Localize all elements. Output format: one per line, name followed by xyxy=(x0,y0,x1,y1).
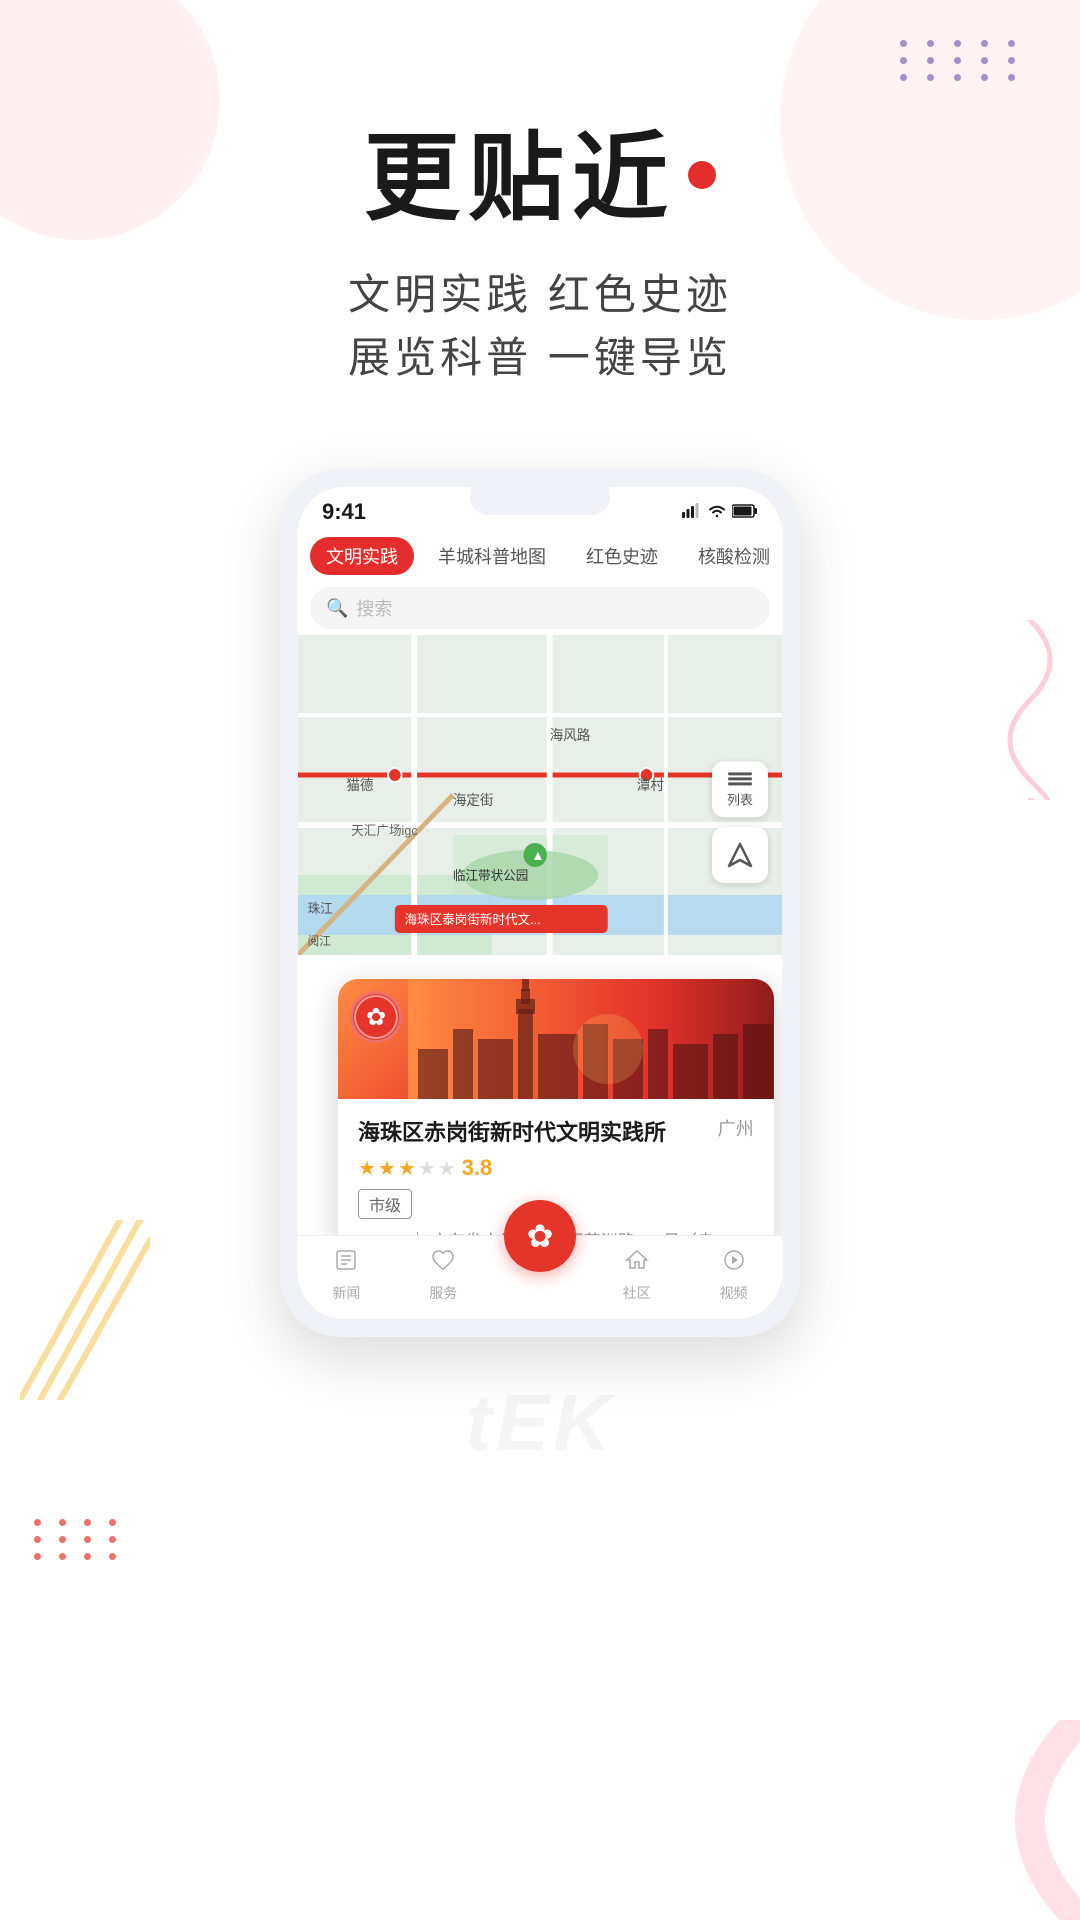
hero-subtitle-line1: 文明实践 红色史迹 xyxy=(348,263,732,326)
svg-text:珠江: 珠江 xyxy=(308,901,333,916)
search-icon: 🔍 xyxy=(326,598,348,619)
map-list-button[interactable]: 列表 xyxy=(712,761,768,817)
rating-number: 3.8 xyxy=(462,1155,493,1181)
news-icon xyxy=(334,1248,358,1279)
svg-text:海珠区泰岗街新时代文...: 海珠区泰岗街新时代文... xyxy=(404,912,540,927)
nav-item-video[interactable]: 视频 xyxy=(685,1248,782,1303)
news-label: 新闻 xyxy=(332,1283,360,1303)
center-button-icon: ✿ xyxy=(527,1217,554,1255)
star-3: ★ xyxy=(398,1156,416,1181)
svg-text:潭村: 潭村 xyxy=(637,777,664,793)
star-4: ★ xyxy=(418,1156,436,1181)
card-title: 海珠区赤岗街新时代文明实践所 xyxy=(358,1115,706,1147)
card-rating: ★ ★ ★ ★ ★ 3.8 xyxy=(358,1155,754,1181)
svg-text:阅江: 阅江 xyxy=(308,934,331,948)
community-label: 社区 xyxy=(623,1283,651,1303)
card-level-text: 市级 xyxy=(358,1189,412,1219)
status-time: 9:41 xyxy=(322,499,366,525)
phone-inner: 9:41 xyxy=(298,487,782,1319)
hero-title: 更贴近 xyxy=(348,100,732,239)
card-title-row: 海珠区赤岗街新时代文明实践所 广州 xyxy=(358,1115,754,1147)
nav-item-community[interactable]: 社区 xyxy=(588,1248,685,1303)
community-icon xyxy=(625,1248,649,1279)
nav-center-button[interactable]: ✿ xyxy=(504,1200,576,1272)
hero-title-dot xyxy=(688,161,716,189)
nav-item-news[interactable]: 新闻 xyxy=(298,1248,395,1303)
search-placeholder: 搜索 xyxy=(356,595,392,621)
star-5: ★ xyxy=(438,1156,456,1181)
hero-subtitle: 文明实践 红色史迹 展览科普 一键导览 xyxy=(348,263,732,389)
nav-item-service[interactable]: 服务 xyxy=(395,1248,492,1303)
hero-title-text: 更贴近 xyxy=(364,100,676,239)
main-content: 更贴近 文明实践 红色史迹 展览科普 一键导览 9:41 xyxy=(0,0,1080,1509)
video-icon xyxy=(722,1248,746,1279)
list-label: 列表 xyxy=(727,789,753,808)
video-label: 视频 xyxy=(720,1283,748,1303)
phone-notch xyxy=(470,487,610,515)
card-logo: ✿ xyxy=(350,991,402,1043)
logo-icon: ✿ xyxy=(366,1003,386,1032)
svg-text:天汇广场igc: 天汇广场igc xyxy=(351,823,418,838)
svg-text:海风路: 海风路 xyxy=(550,728,591,743)
service-label: 服务 xyxy=(429,1283,457,1303)
service-icon xyxy=(431,1248,455,1279)
deco-dots-bottom-left xyxy=(30,1519,120,1560)
map-nav-button[interactable] xyxy=(712,827,768,883)
status-icons xyxy=(682,502,758,523)
map-svg: 猫德 天汇广场igc 海定街 海风路 潭村 临江带状公园 珠江 阅江 ▲ 海珠区 xyxy=(298,635,782,955)
bottom-nav: 新闻 服务 ✿ xyxy=(298,1235,782,1319)
hero-section: 更贴近 文明实践 红色史迹 展览科普 一键导览 xyxy=(348,0,732,389)
star-1: ★ xyxy=(358,1156,376,1181)
signal-icon xyxy=(682,502,702,523)
map-area[interactable]: 猫德 天汇广场igc 海定街 海风路 潭村 临江带状公园 珠江 阅江 ▲ 海珠区 xyxy=(298,635,782,955)
tab-hesuanjiance[interactable]: 核酸检测 xyxy=(682,537,782,575)
card-city: 广州 xyxy=(718,1115,754,1141)
hero-subtitle-line2: 展览科普 一键导览 xyxy=(348,326,732,389)
battery-icon xyxy=(732,502,758,523)
card-image: ✿ xyxy=(338,979,774,1099)
star-2: ★ xyxy=(378,1156,396,1181)
tab-wenming[interactable]: 文明实践 xyxy=(310,537,414,575)
search-bar[interactable]: 🔍 搜索 xyxy=(310,587,770,629)
card-skyline-svg xyxy=(408,979,774,1099)
phone-frame: 9:41 xyxy=(280,469,800,1337)
svg-text:临江带状公园: 临江带状公园 xyxy=(453,868,528,883)
tab-yangcheng[interactable]: 羊城科普地图 xyxy=(422,537,562,575)
map-tabs: 文明实践 羊城科普地图 红色史迹 核酸检测 xyxy=(298,531,782,581)
footer-text: tEK xyxy=(465,1377,615,1469)
card-stars: ★ ★ ★ ★ ★ xyxy=(358,1156,456,1181)
wifi-icon xyxy=(708,502,726,523)
phone-wrapper: 9:41 xyxy=(200,469,880,1337)
nav-icon xyxy=(727,842,753,868)
svg-text:海定街: 海定街 xyxy=(453,793,494,808)
deco-arc-bottom-right xyxy=(880,1720,1080,1920)
footer-section: tEK xyxy=(465,1377,615,1509)
svg-text:▲: ▲ xyxy=(531,848,544,863)
svg-text:猫德: 猫德 xyxy=(346,778,373,793)
tab-hongse[interactable]: 红色史迹 xyxy=(570,537,674,575)
list-icon xyxy=(728,770,752,787)
